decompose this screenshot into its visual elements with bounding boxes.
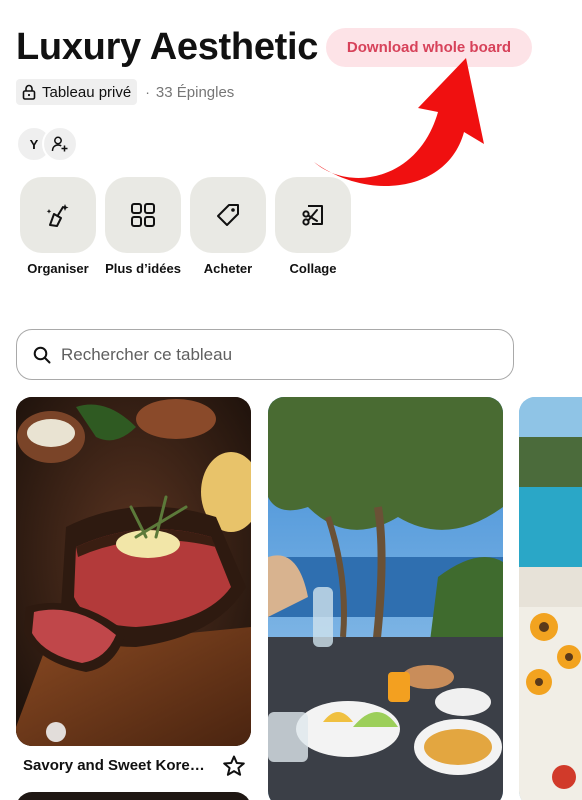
privacy-badge[interactable]: Tableau privé [16,79,138,105]
pin-steak-image[interactable] [16,397,251,746]
privacy-label: Tableau privé [42,83,132,101]
scissors-icon [302,205,323,226]
add-person-icon [51,136,68,152]
board-title: Luxury Aesthetic [16,26,319,68]
action-label: Acheter [203,261,253,276]
pin-next-row-image[interactable] [16,792,251,800]
grid-icon [131,203,155,227]
action-label: Organiser [27,261,89,276]
tag-icon [217,204,239,226]
organise-button[interactable] [20,177,96,253]
shop-button[interactable] [190,177,266,253]
action-more-ideas[interactable]: Plus d’idées [105,177,181,276]
action-label: Plus d’idées [105,261,181,276]
pin-title[interactable]: Savory and Sweet Korean... [23,757,213,774]
annotation-arrow-icon [314,58,484,186]
meta-separator: · [145,84,150,100]
collaborators: Y [16,126,78,162]
star-icon[interactable] [222,754,246,778]
sparkle-broom-icon [46,204,69,227]
avatar-initial: Y [29,136,39,152]
board-search[interactable] [16,329,514,380]
add-collaborator-button[interactable] [42,126,78,162]
action-shop[interactable]: Acheter [190,177,266,276]
collage-button[interactable] [275,177,351,253]
more-ideas-button[interactable] [105,177,181,253]
action-label: Collage [289,261,337,276]
board-actions: Organiser Plus d’idées Acheter Collage [20,177,351,276]
action-collage[interactable]: Collage [275,177,351,276]
board-meta: Tableau privé · 33 Épingles [16,79,234,105]
pin-breakfast-image[interactable] [268,397,503,800]
search-input[interactable] [61,344,481,365]
pin-count: 33 Épingles [155,83,235,101]
action-organise[interactable]: Organiser [20,177,96,276]
lock-icon [22,84,36,100]
search-icon [33,346,51,363]
pin-pool-image[interactable] [519,397,582,800]
